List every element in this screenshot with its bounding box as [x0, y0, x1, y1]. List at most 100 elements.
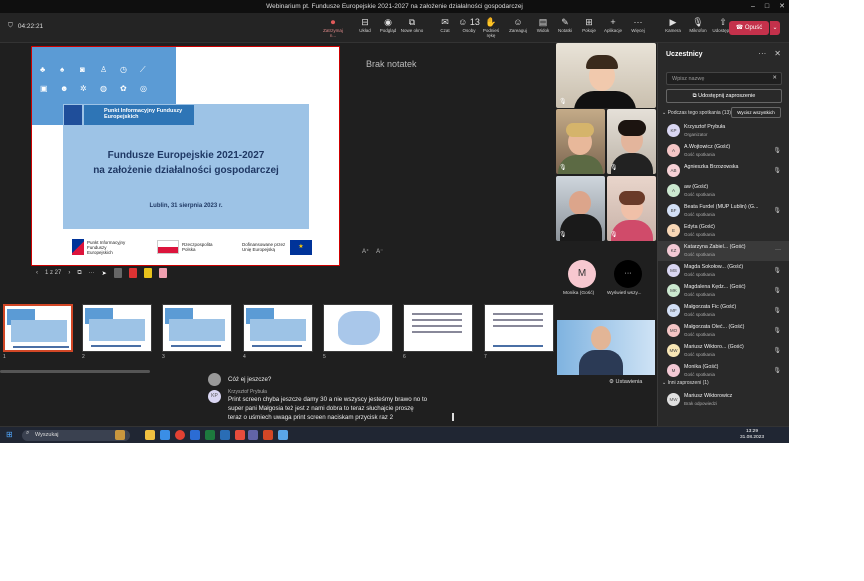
camera-button[interactable]: ▶ Kamera — [660, 17, 686, 33]
next-slide-icon[interactable]: › — [68, 270, 70, 276]
participant-row[interactable]: MW Mariusz Wiktoro... (Gość) Gość spotkani… — [658, 341, 789, 361]
participant-video[interactable]: 🎙 — [556, 109, 605, 174]
participant-row[interactable]: BF Beata Furdel (MUP Lublin) (G... Gość sp… — [658, 201, 789, 221]
microphone-button[interactable]: 🎙 Mikrofon — [685, 17, 711, 33]
participant-search-input[interactable]: Wpisz nazwę ✕ — [666, 72, 782, 85]
apps-button[interactable]: + Aplikacje — [600, 17, 626, 33]
more-participants-button[interactable]: ··· — [614, 260, 642, 288]
font-decrease-button[interactable]: A⁻ — [376, 248, 383, 255]
windows-start-icon[interactable]: ⊞ — [6, 430, 13, 439]
eraser-icon[interactable] — [158, 268, 167, 278]
chrome-icon[interactable] — [175, 430, 185, 440]
participant-row[interactable]: A A.Wojtowicz (Gość) Gość spotkania 🎙 — [658, 141, 789, 161]
react-button[interactable]: ☺ Zareaguj — [505, 17, 531, 33]
participant-row[interactable]: MS Magda Sokołow... (Gość) Gość spotkania 🎙 — [658, 261, 789, 281]
share-invite-button[interactable]: ⧉ Udostępnij zaproszenie — [666, 89, 782, 103]
taskbar-search[interactable]: Wyszukaj — [22, 430, 130, 441]
mic-off-icon[interactable]: 🎙 — [773, 147, 781, 154]
grid-view-icon[interactable]: ⧉ — [77, 270, 81, 277]
word-icon[interactable] — [190, 430, 200, 440]
section-header-in-meeting[interactable]: ⌄ Podczas tego spotkania (13) — [662, 110, 731, 116]
mic-off-icon[interactable]: 🎙 — [773, 167, 781, 174]
leaf-icon: ♣ — [40, 65, 46, 74]
section-header-invited[interactable]: ⌄ Inni zaproszeni (1) — [662, 380, 709, 386]
mail-icon[interactable] — [160, 430, 170, 440]
powerpoint-icon[interactable] — [263, 430, 273, 440]
outlook-icon[interactable] — [220, 430, 230, 440]
participant-row[interactable]: MF Małgorzata Fic (Gość) Gość spotkania 🎙 — [658, 301, 789, 321]
presenter-video[interactable] — [557, 320, 655, 375]
font-increase-button[interactable]: A⁺ — [362, 248, 369, 255]
mic-off-icon[interactable]: 🎙 — [773, 327, 781, 334]
more-icon[interactable]: ··· — [775, 247, 781, 253]
mic-off-icon[interactable]: 🎙 — [773, 347, 781, 354]
app-icon[interactable] — [278, 430, 288, 440]
more-icon[interactable]: ··· — [758, 49, 766, 58]
red-pen-icon[interactable] — [128, 268, 137, 278]
slide-thumbnail[interactable] — [82, 304, 152, 352]
participant-row[interactable]: MW Mariusz Wiktorowicz Brak odpowiedzi — [658, 390, 789, 410]
leave-button[interactable]: ☎ Opuść — [729, 21, 769, 35]
slide-thumbnail[interactable] — [3, 304, 73, 352]
participant-row[interactable]: E Edyta (Gość) Gość spotkania — [658, 221, 789, 241]
presentation-stage: ♣ ♠ ◙ ♙ ◷ ⟋ ▣ ☻ ✲ ◍ ✿ ◎ Punkt Informacyjny Fundusz… — [0, 43, 555, 298]
participant-role: Gość spotkania — [684, 312, 716, 317]
mic-off-icon[interactable]: 🎙 — [773, 307, 781, 314]
minimize-icon[interactable]: – — [751, 0, 755, 13]
participant-row[interactable]: MK Magdalena Kędz... (Gość) Gość spotkania… — [658, 281, 789, 301]
participant-row[interactable]: KP Krzysztof Prybuła Organizator — [658, 121, 789, 141]
mic-off-icon[interactable]: 🎙 — [773, 287, 781, 294]
taskbar-clock[interactable]: 13:29 31.08.2023 — [740, 429, 764, 441]
file-explorer-icon[interactable] — [145, 430, 155, 440]
preview-button[interactable]: ◉ Podgląd — [375, 17, 401, 33]
participant-role: Gość spotkania — [684, 352, 716, 357]
participant-video[interactable]: 🎙 — [607, 176, 656, 241]
mute-all-button[interactable]: Wycisz wszystkich — [731, 107, 781, 118]
slide-thumbnail[interactable] — [403, 304, 473, 352]
participant-row[interactable]: KZ Katarzyna Zabiel... (Gość) Gość spotkan… — [658, 241, 789, 261]
close-icon[interactable]: ✕ — [779, 0, 785, 13]
participant-row[interactable]: MO Małgorzata Oleć... (Gość) Gość spotkani… — [658, 321, 789, 341]
mic-off-icon[interactable]: 🎙 — [773, 367, 781, 374]
participant-video[interactable]: 🎙 — [556, 43, 656, 108]
pen-tool-icon[interactable] — [113, 268, 122, 278]
leave-options-button[interactable]: ⌄ — [770, 21, 780, 35]
participant-name: A.Wojtowicz (Gość) — [684, 144, 731, 150]
rooms-button[interactable]: ⊞ Pokoje — [576, 17, 602, 33]
more-button[interactable]: ··· Więcej — [625, 17, 651, 33]
target-icon: ◎ — [140, 84, 147, 93]
stop-recording-button[interactable]: ⏺ Zatrzymaj n... — [320, 17, 346, 38]
participant-row[interactable]: Aaw (Gość) Gość spotkania — [658, 181, 789, 201]
new-window-button[interactable]: ⧉ Nowe okno — [399, 17, 425, 33]
raise-hand-button[interactable]: ✋ Podnieś rękę — [478, 17, 504, 38]
prev-slide-icon[interactable]: ‹ — [36, 270, 38, 276]
thumbnail-scrollbar[interactable] — [0, 370, 150, 373]
mic-off-icon[interactable]: 🎙 — [773, 207, 781, 214]
laser-pointer-icon[interactable]: ➤ — [102, 270, 107, 277]
participant-video[interactable]: 🎙 — [556, 176, 605, 241]
raise-hand-icon: ✋ — [485, 17, 497, 27]
highlighter-icon[interactable] — [143, 268, 152, 278]
more-icon[interactable]: ··· — [89, 270, 95, 276]
slide-thumbnail[interactable] — [243, 304, 313, 352]
slide-thumbnail[interactable] — [323, 304, 393, 352]
slide-thumbnail[interactable] — [162, 304, 232, 352]
chat-button[interactable]: ✉ Czat — [432, 17, 458, 33]
mic-off-icon[interactable]: 🎙 — [773, 267, 781, 274]
maximize-icon[interactable]: □ — [765, 0, 769, 13]
avatar[interactable]: M — [568, 260, 596, 288]
avatar: MS — [667, 264, 680, 277]
acrobat-icon[interactable] — [235, 430, 245, 440]
close-icon[interactable]: ✕ — [774, 49, 781, 58]
participant-row[interactable]: M Monika (Gość) Gość spotkania 🎙 — [658, 361, 789, 381]
clear-icon[interactable]: ✕ — [772, 75, 777, 81]
teams-icon[interactable] — [248, 430, 258, 440]
widget-icon[interactable] — [115, 430, 125, 440]
chat-message: Cóż ej jeszcze? — [228, 376, 272, 383]
participant-video[interactable]: 🎙 — [607, 109, 656, 174]
excel-icon[interactable] — [205, 430, 215, 440]
person-icon: ♙ — [100, 65, 108, 74]
slide-thumbnail[interactable] — [484, 304, 554, 352]
participant-row[interactable]: AB Agnieszka Brzozowska 🎙 — [658, 161, 789, 181]
notes-button[interactable]: ✎ Notatki — [552, 17, 578, 33]
